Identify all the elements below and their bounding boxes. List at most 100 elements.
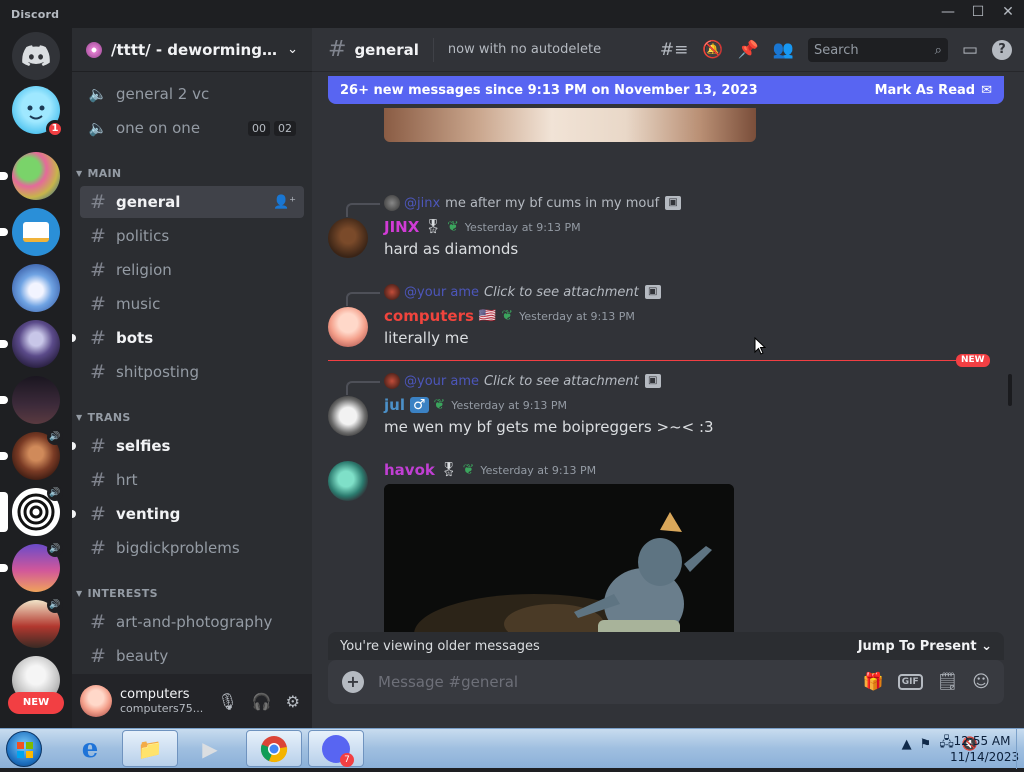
avatar[interactable]	[328, 307, 368, 347]
channel-item-beauty[interactable]: # beauty	[80, 640, 304, 671]
voice-channel[interactable]: 🔈 general 2 vc	[80, 78, 304, 110]
add-member-icon[interactable]: 👤⁺	[273, 195, 296, 210]
avatar[interactable]	[80, 685, 112, 717]
user-panel: computers computers75... 🎙 🎧 ⚙	[72, 674, 312, 728]
server-icon-active[interactable]: 🔊	[0, 485, 63, 536]
minimize-button[interactable]: —	[940, 4, 956, 20]
server-icon[interactable]: 🔊	[12, 597, 63, 648]
image-attachment[interactable]	[384, 108, 756, 142]
channel-item-art-and-photography[interactable]: # art-and-photography	[80, 606, 304, 638]
discord-taskbar-icon[interactable]: 7	[308, 730, 364, 767]
help-icon[interactable]: ?	[992, 40, 1012, 60]
hash-icon: #	[90, 191, 106, 213]
channel-item-politics[interactable]: # politics	[80, 220, 304, 252]
flag-icon: 🇺🇸	[478, 308, 497, 324]
close-button[interactable]: ✕	[1000, 4, 1016, 20]
older-messages-text: You're viewing older messages	[340, 638, 540, 654]
message-header: jul ♂ ❦ Yesterday at 9:13 PM	[384, 396, 567, 414]
scrollbar-thumb[interactable]	[1008, 374, 1012, 406]
pin-icon[interactable]: 📌	[738, 40, 759, 60]
category-main[interactable]: ▼ MAIN	[76, 167, 121, 180]
show-desktop-button[interactable]	[1016, 729, 1024, 769]
action-center-icon[interactable]: ⚑	[920, 737, 932, 752]
internet-explorer-icon[interactable]: e	[62, 730, 118, 767]
avatar[interactable]	[328, 218, 368, 258]
voice-channel[interactable]: 🔈 one on one 00 02	[80, 112, 304, 144]
home-button[interactable]	[12, 32, 60, 80]
dm-avatar[interactable]: 1	[12, 86, 64, 138]
channel-item-bigdickproblems[interactable]: # bigdickproblems	[80, 532, 304, 564]
microphone-icon[interactable]: 🎙	[217, 692, 237, 711]
server-icon[interactable]	[0, 208, 60, 256]
author-name[interactable]: computers	[384, 307, 474, 325]
channel-item-general[interactable]: # general 👤⁺	[80, 186, 304, 218]
channel-label: religion	[116, 261, 172, 279]
emoji-icon[interactable]: ☺	[972, 672, 990, 692]
guild-header[interactable]: /tttt/ - deworming cli... ⌄	[72, 28, 312, 72]
sticker-icon[interactable]: 🗒	[937, 672, 959, 692]
bell-muted-icon[interactable]: 🔕	[702, 40, 723, 60]
message-input[interactable]	[378, 673, 863, 691]
author-name[interactable]: havok	[384, 461, 435, 479]
inbox-icon[interactable]: ▭	[962, 40, 978, 60]
category-label: MAIN	[87, 167, 122, 180]
threads-icon[interactable]: #≡	[660, 40, 689, 60]
gift-icon[interactable]: 🎁	[863, 672, 884, 692]
avatar[interactable]	[328, 461, 368, 501]
server-icon[interactable]	[0, 376, 60, 424]
avatar[interactable]	[328, 396, 368, 436]
channel-item-shitposting[interactable]: # shitposting	[80, 356, 304, 388]
members-icon[interactable]: 👥	[773, 40, 794, 60]
reply-preview[interactable]: @your ame Click to see attachment ▣	[346, 372, 661, 395]
gif-button[interactable]: GIF	[897, 674, 923, 690]
channel-item-bots[interactable]: # bots	[72, 322, 304, 354]
search-input[interactable]: Search ⌕	[807, 38, 948, 62]
channel-item-selfies[interactable]: # selfies	[72, 430, 304, 462]
new-messages-banner[interactable]: 26+ new messages since 9:13 PM on Novemb…	[328, 76, 1004, 104]
gear-icon[interactable]: ⚙	[286, 692, 300, 711]
file-explorer-icon[interactable]: 📁	[122, 730, 178, 767]
server-icon[interactable]	[0, 320, 60, 368]
server-avatar-image	[12, 376, 60, 424]
server-avatar-image	[12, 152, 60, 200]
author-name[interactable]: JINX	[384, 218, 419, 236]
server-avatar-image	[12, 264, 60, 312]
server-icon[interactable]: 🔊	[0, 429, 63, 480]
user-limit: 02	[274, 120, 296, 136]
new-unreads-pill[interactable]: NEW	[8, 692, 64, 714]
author-name[interactable]: jul	[384, 396, 405, 414]
server-icon[interactable]	[0, 152, 60, 200]
jump-label: Jump To Present	[857, 638, 977, 654]
user-info[interactable]: computers computers75...	[120, 687, 217, 715]
channel-item-hrt[interactable]: # hrt	[80, 464, 304, 496]
category-trans[interactable]: ▼ TRANS	[76, 411, 131, 424]
server-icon[interactable]: 🔊	[0, 541, 63, 592]
mark-as-read-button[interactable]: Mark As Read ✉	[875, 83, 992, 98]
category-interests[interactable]: ▼ INTERESTS	[76, 587, 158, 600]
server-icon[interactable]	[12, 264, 60, 312]
reply-preview[interactable]: @jinx me after my bf cums in my mouf ▣	[346, 194, 682, 217]
reply-preview[interactable]: @your ame Click to see attachment ▣	[346, 283, 661, 306]
headphones-icon[interactable]: 🎧	[252, 692, 272, 711]
maximize-button[interactable]: ☐	[970, 4, 986, 20]
speaker-icon: 🔈	[88, 119, 108, 137]
clock[interactable]: 12:55 AM 11/14/2023	[950, 733, 1019, 765]
jump-to-present-button[interactable]: Jump To Present ⌄	[858, 639, 992, 654]
channel-item-venting[interactable]: # venting	[72, 498, 304, 530]
message-text: hard as diamonds	[384, 240, 519, 258]
channel-item-music[interactable]: # music	[80, 288, 304, 320]
timestamp: Yesterday at 9:13 PM	[519, 309, 635, 323]
channel-topic[interactable]: now with no autodelete	[448, 42, 601, 57]
hash-icon: #	[328, 37, 347, 62]
reply-avatar	[384, 195, 400, 211]
show-hidden-icons-icon[interactable]: ▲	[902, 737, 912, 752]
reply-avatar	[384, 284, 400, 300]
speaker-icon: 🔊	[47, 541, 63, 557]
channel-item-religion[interactable]: # religion	[80, 254, 304, 286]
media-player-icon[interactable]: ▶	[182, 730, 238, 767]
unread-indicator	[72, 442, 76, 450]
message-list: @jinx me after my bf cums in my mouf ▣ J…	[312, 72, 1024, 658]
chrome-icon[interactable]	[246, 730, 302, 767]
start-button[interactable]	[6, 731, 42, 767]
upload-plus-icon[interactable]: +	[342, 671, 364, 693]
